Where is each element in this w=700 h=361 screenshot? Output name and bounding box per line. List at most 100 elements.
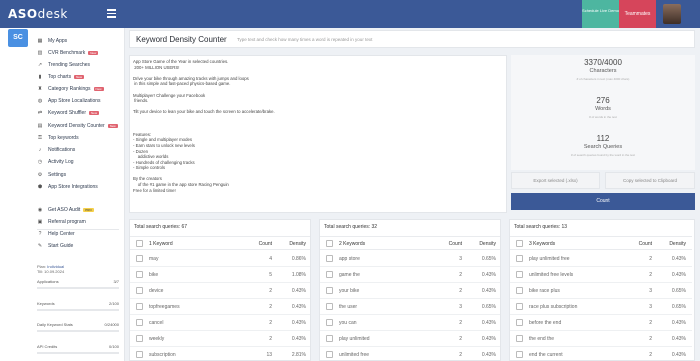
column-count[interactable]: Count — [438, 241, 462, 247]
table-row[interactable]: bike race plus 3 0.65% — [510, 283, 692, 299]
density-cell: 0.43% — [291, 320, 306, 326]
column-density[interactable]: Density — [465, 241, 496, 247]
teammates-button[interactable]: Teammates — [619, 0, 656, 28]
column-count[interactable]: Count — [628, 241, 652, 247]
table-row[interactable]: race plus subscription 3 0.65% — [510, 299, 692, 315]
export-button[interactable]: Export selected (.xlsx) — [511, 172, 600, 189]
keyword-cell: race plus subscription — [529, 304, 578, 310]
sidebar-item[interactable]: ◉ Get ASO Audit PRO — [37, 206, 94, 214]
row-checkbox[interactable] — [136, 287, 143, 294]
row-checkbox[interactable] — [136, 351, 143, 358]
sidebar-item[interactable]: ♜ Category Rankings New — [37, 85, 104, 93]
row-checkbox[interactable] — [326, 351, 333, 358]
column-density[interactable]: Density — [655, 241, 686, 247]
select-all-checkbox[interactable] — [326, 240, 333, 247]
row-checkbox[interactable] — [326, 303, 333, 310]
density-cell: 0.43% — [671, 272, 686, 278]
column-density[interactable]: Density — [275, 241, 306, 247]
column-keyword[interactable]: 3 Keywords — [529, 241, 555, 247]
sidebar-item[interactable]: ✎ Start Guide — [37, 242, 73, 250]
row-checkbox[interactable] — [136, 335, 143, 342]
density-cell: 1.08% — [291, 272, 306, 278]
row-checkbox[interactable] — [516, 351, 523, 358]
row-checkbox[interactable] — [516, 319, 523, 326]
table-row[interactable]: end the current 2 0.43% — [510, 347, 692, 360]
sidebar-item[interactable]: ⚙ Settings — [37, 171, 66, 179]
row-checkbox[interactable] — [326, 255, 333, 262]
table-row[interactable]: unlimited free levels 2 0.43% — [510, 267, 692, 283]
schedule-demo-button[interactable]: Schedule Live Demo — [582, 0, 619, 28]
row-checkbox[interactable] — [326, 319, 333, 326]
sidebar-item[interactable]: ▦ My Apps — [37, 37, 68, 45]
row-checkbox[interactable] — [516, 303, 523, 310]
row-checkbox[interactable] — [326, 287, 333, 294]
keyword-cell: the end the — [529, 336, 555, 342]
sidebar-item[interactable]: ♪ Notifications — [37, 146, 75, 154]
column-count[interactable]: Count — [248, 241, 272, 247]
table-row[interactable]: play unlimited 2 0.43% — [320, 331, 500, 347]
count-cell: 5 — [269, 272, 272, 278]
sidebar-item-label: Settings — [48, 172, 67, 178]
sidebar-item[interactable]: ⚿ Top keywords — [37, 134, 78, 142]
row-checkbox[interactable] — [516, 335, 523, 342]
table-row[interactable]: before the end 2 0.43% — [510, 315, 692, 331]
bar-chart-icon: ▮ — [38, 74, 42, 80]
row-checkbox[interactable] — [326, 335, 333, 342]
column-keyword[interactable]: 1 Keyword — [149, 241, 173, 247]
sidebar-item[interactable]: ⇄ Keyword Shuffler New — [37, 109, 99, 117]
table-row[interactable]: unlimited free 2 0.43% — [320, 347, 500, 360]
copy-clipboard-button[interactable]: Copy selected to Clipboard — [605, 172, 695, 189]
sidebar-item[interactable]: ▮ Top charts New — [37, 73, 85, 81]
table-row[interactable]: the user 3 0.65% — [320, 299, 500, 315]
table-row[interactable]: you can 2 0.43% — [320, 315, 500, 331]
row-checkbox[interactable] — [516, 255, 523, 262]
row-checkbox[interactable] — [516, 287, 523, 294]
logo[interactable]: ASOdesk — [8, 7, 68, 21]
row-checkbox[interactable] — [136, 319, 143, 326]
sidebar-item-label: Help Center — [48, 231, 75, 237]
sidebar-item-label: Category Rankings — [48, 86, 91, 92]
workspace-badge[interactable]: SC — [8, 29, 28, 47]
column-keyword[interactable]: 2 Keywords — [339, 241, 365, 247]
row-checkbox[interactable] — [136, 255, 143, 262]
table-row[interactable]: game the 2 0.43% — [320, 267, 500, 283]
table-row[interactable]: play unlimited free 2 0.43% — [510, 251, 692, 267]
table-row[interactable]: subscription 13 2.81% — [130, 347, 310, 360]
row-checkbox[interactable] — [326, 271, 333, 278]
table-row[interactable]: weekly 2 0.43% — [130, 331, 310, 347]
text-input-content[interactable]: App Store Game of the Year in selected c… — [133, 59, 503, 193]
sidebar-item[interactable]: ▣ Referral program — [37, 218, 86, 226]
sidebar-item[interactable]: ▤ Keyword Density Counter New — [37, 122, 118, 130]
select-all-checkbox[interactable] — [516, 240, 523, 247]
table-row[interactable]: device 2 0.43% — [130, 283, 310, 299]
table-row[interactable]: topfreegames 2 0.43% — [130, 299, 310, 315]
plug-icon: ⬢ — [37, 184, 43, 190]
row-checkbox[interactable] — [136, 303, 143, 310]
text-input-area[interactable]: App Store Game of the Year in selected c… — [129, 55, 507, 213]
sidebar-item[interactable]: ▥ CVR Benchmark New — [37, 49, 99, 57]
avatar[interactable] — [663, 4, 681, 24]
sidebar-item[interactable]: ↗ Trending Searches — [37, 61, 90, 69]
menu-icon[interactable] — [107, 9, 116, 18]
table-row[interactable]: cancel 2 0.43% — [130, 315, 310, 331]
table-row[interactable]: your bike 2 0.43% — [320, 283, 500, 299]
select-all-checkbox[interactable] — [136, 240, 143, 247]
sidebar-item[interactable]: ◷ Activity Log — [37, 158, 74, 166]
keyword-cell: your bike — [339, 288, 360, 294]
table-row[interactable]: bike 5 1.08% — [130, 267, 310, 283]
sidebar-item[interactable]: ? Help Center — [37, 230, 75, 238]
row-checkbox[interactable] — [516, 271, 523, 278]
sidebar-item[interactable]: ⬢ App Store Integrations — [37, 183, 98, 191]
sidebar: SC ▦ My Apps ▥ CVR Benchmark New ↗ Trending Se… — [0, 28, 125, 361]
table-row[interactable]: the end the 2 0.43% — [510, 331, 692, 347]
keyword-cell: weekly — [149, 336, 165, 342]
usage-stat-value: 2/100 — [108, 301, 119, 306]
sidebar-item[interactable]: ◍ App Store Localizations — [37, 97, 101, 105]
new-badge: New — [107, 124, 118, 128]
row-checkbox[interactable] — [136, 271, 143, 278]
count-button[interactable]: Count — [511, 193, 695, 210]
table-row[interactable]: may 4 0.86% — [130, 251, 310, 267]
usage-stat-label: Daily Keyword Stats — [37, 322, 73, 327]
table-row[interactable]: app store 3 0.65% — [320, 251, 500, 267]
keyword-cell: app store — [339, 256, 360, 262]
